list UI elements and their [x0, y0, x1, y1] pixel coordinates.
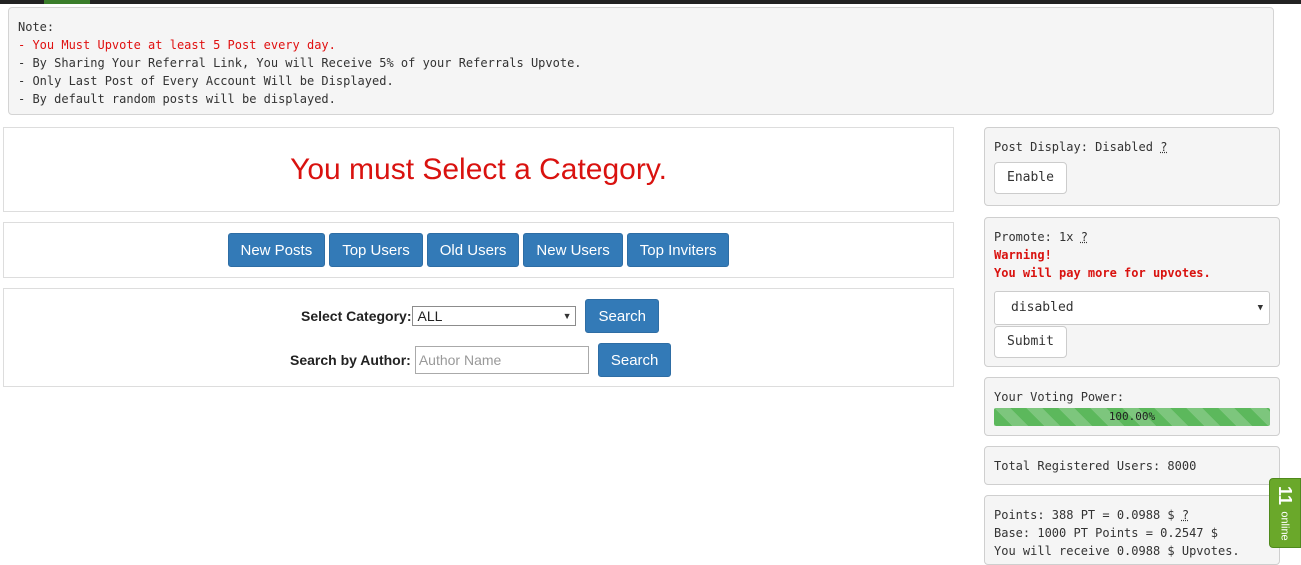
post-display-panel: Post Display: Disabled ? Enable	[984, 127, 1280, 206]
voting-power-value: 100.00%	[1108, 410, 1156, 423]
note-line: - You Must Upvote at least 5 Post every …	[18, 38, 336, 52]
category-value: ALL	[417, 308, 443, 324]
new-posts-button[interactable]: New Posts	[227, 233, 326, 267]
promote-select-value: disabled	[1011, 300, 1074, 315]
promote-text: Promote: 1x	[994, 230, 1074, 244]
registered-users-panel: Total Registered Users: 8000	[984, 446, 1280, 485]
note-box: Note: - You Must Upvote at least 5 Post …	[8, 7, 1274, 115]
post-display-status: Post Display: Disabled ?	[994, 138, 1270, 156]
chevron-down-icon: ▼	[1257, 303, 1263, 313]
category-search-button[interactable]: Search	[585, 299, 660, 333]
promote-status: Promote: 1x ?	[994, 228, 1270, 246]
registered-users-text: Total Registered Users: 8000	[994, 459, 1197, 473]
voting-power-bar: 100.00%	[994, 408, 1270, 426]
post-display-text: Post Display: Disabled	[994, 140, 1153, 154]
online-count: 11	[1275, 485, 1296, 506]
top-bar-accent	[44, 0, 90, 4]
top-users-button[interactable]: Top Users	[329, 233, 423, 267]
voting-power-label: Your Voting Power:	[994, 390, 1125, 404]
promote-select[interactable]: disabled ▼	[994, 291, 1270, 325]
note-line: - By default random posts will be displa…	[18, 92, 336, 106]
warning-text: You will pay more for upvotes.	[994, 266, 1211, 280]
help-icon[interactable]: ?	[1160, 140, 1167, 154]
promote-panel: Promote: 1x ? Warning! You will pay more…	[984, 217, 1280, 367]
online-users-widget[interactable]: 11 online	[1269, 478, 1301, 548]
points-text: Points: 388 PT = 0.0988 $	[994, 508, 1175, 522]
online-label: online	[1278, 511, 1291, 541]
receive-line: You will receive 0.0988 $ Upvotes.	[994, 544, 1240, 558]
category-select[interactable]: ALL ▼	[412, 306, 577, 326]
author-search-button[interactable]: Search	[597, 343, 672, 377]
warning-title: Warning!	[994, 248, 1052, 262]
enable-button[interactable]: Enable	[994, 162, 1067, 194]
new-users-button[interactable]: New Users	[523, 233, 623, 267]
note-title: Note:	[18, 20, 55, 34]
note-line: - Only Last Post of Every Account Will b…	[18, 74, 394, 88]
help-icon[interactable]: ?	[1081, 230, 1088, 244]
category-label: Select Category:	[301, 308, 412, 324]
top-bar	[0, 0, 1301, 4]
top-inviters-button[interactable]: Top Inviters	[626, 233, 730, 267]
search-panel: Select Category: ALL ▼ Search Search by …	[3, 288, 954, 387]
post-filter-nav: New Posts Top Users Old Users New Users …	[3, 222, 954, 278]
author-row: Search by Author: Author Name Search	[290, 343, 672, 377]
author-label: Search by Author:	[290, 352, 411, 368]
help-icon[interactable]: ?	[1182, 508, 1189, 522]
chevron-down-icon: ▼	[562, 311, 572, 321]
submit-button[interactable]: Submit	[994, 326, 1067, 358]
voting-power-panel: Your Voting Power: 100.00%	[984, 377, 1280, 436]
author-input[interactable]: Author Name	[414, 346, 589, 374]
category-row: Select Category: ALL ▼ Search	[301, 299, 660, 333]
points-line: Points: 388 PT = 0.0988 $ ?	[994, 506, 1270, 524]
select-category-message: You must Select a Category.	[3, 127, 954, 212]
points-panel: Points: 388 PT = 0.0988 $ ? Base: 1000 P…	[984, 495, 1280, 565]
old-users-button[interactable]: Old Users	[426, 233, 520, 267]
base-points-line: Base: 1000 PT Points = 0.2547 $	[994, 526, 1218, 540]
note-line: - By Sharing Your Referral Link, You wil…	[18, 56, 582, 70]
